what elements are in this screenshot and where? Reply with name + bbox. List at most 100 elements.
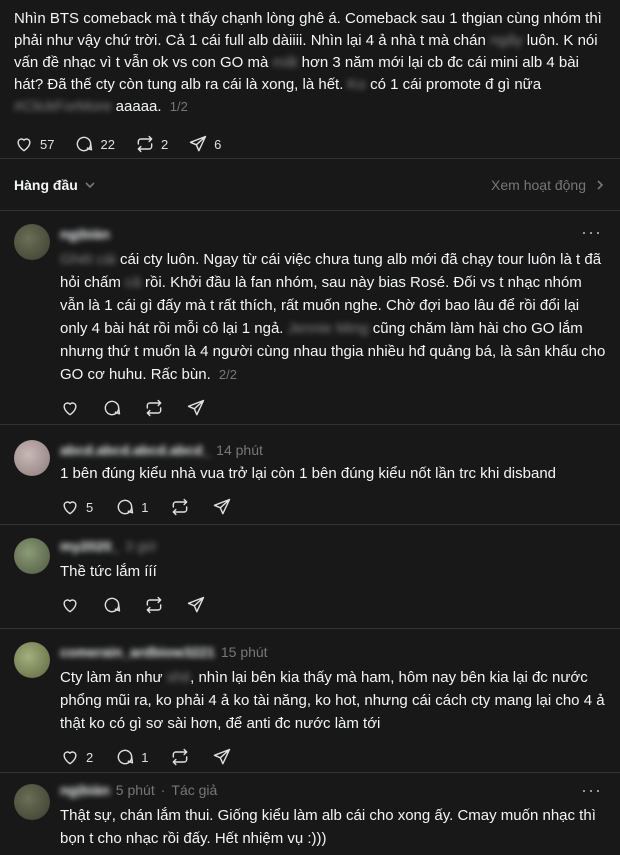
- share-button[interactable]: [186, 398, 206, 418]
- like-button[interactable]: [60, 595, 80, 615]
- comment-icon: [104, 597, 121, 613]
- comment-pager: 2/2: [218, 367, 237, 382]
- comment-item: abcd.abcd.abcd.abcd_ 14 phút 1 bên đúng …: [0, 424, 620, 524]
- comment-button[interactable]: [102, 398, 122, 418]
- heart-icon: [63, 751, 77, 765]
- sort-dropdown[interactable]: Hàng đầu: [14, 177, 96, 193]
- blurred-text: Jennie Ming: [287, 320, 369, 337]
- comment-icon: [77, 136, 93, 152]
- chevron-right-icon: [597, 180, 604, 190]
- comment-time: 3 giờ: [125, 538, 157, 554]
- comment-header: ngịbián 5 phút · Tác giả: [60, 780, 606, 800]
- repost-button[interactable]: [144, 595, 164, 615]
- post-text: Nhìn BTS comeback mà t thấy chạnh lòng g…: [14, 8, 606, 118]
- share-icon: [214, 748, 231, 765]
- like-count: 5: [86, 499, 94, 515]
- post-actions: 57 22 2 6: [14, 134, 606, 154]
- main-post: Nhìn BTS comeback mà t thấy chạnh lòng g…: [0, 0, 620, 154]
- like-button[interactable]: [60, 398, 80, 418]
- comment-button[interactable]: 1: [115, 497, 148, 517]
- comment-time: 15 phút: [220, 644, 268, 660]
- comment-time: 14 phút: [216, 442, 263, 458]
- share-button[interactable]: 6: [188, 134, 221, 154]
- repost-icon: [173, 498, 188, 516]
- share-icon: [214, 498, 231, 515]
- comment-button[interactable]: 1: [115, 747, 148, 767]
- comment-actions: 5 1: [60, 497, 606, 517]
- avatar[interactable]: [14, 784, 50, 820]
- blurred-text: mất: [272, 54, 298, 71]
- comment-icon: [104, 400, 121, 416]
- comment-button[interactable]: 22: [74, 134, 115, 154]
- like-button[interactable]: 5: [60, 497, 93, 517]
- sort-bar: Hàng đầu Xem hoạt động: [0, 160, 620, 210]
- blurred-text: ngấy: [490, 32, 523, 49]
- comment-username[interactable]: abcd.abcd.abcd.abcd_: [60, 442, 210, 458]
- comment-button[interactable]: [102, 595, 122, 615]
- comment-count: 22: [100, 136, 115, 152]
- share-icon: [189, 135, 207, 152]
- share-count: 6: [214, 136, 222, 152]
- blurred-text: shit: [166, 669, 191, 686]
- comment-icon: [117, 499, 134, 515]
- comment-username[interactable]: ngịbián: [60, 226, 110, 242]
- comment-username[interactable]: my2020_: [60, 538, 119, 554]
- reply-count: 1: [141, 749, 149, 765]
- comment-item: ··· ngịbián Ghét cái cái cty luôn. Ngay …: [0, 210, 620, 424]
- comment-actions: [60, 595, 606, 615]
- comment-actions: [60, 398, 606, 418]
- repost-button[interactable]: [170, 497, 190, 517]
- heart-icon: [63, 501, 77, 515]
- share-button[interactable]: [212, 747, 232, 767]
- sort-label: Hàng đầu: [14, 177, 78, 193]
- view-activity-label: Xem hoạt động: [491, 177, 586, 193]
- comment-text-part: Cty làm ăn như: [60, 669, 167, 686]
- share-button[interactable]: [212, 497, 232, 517]
- avatar[interactable]: [14, 224, 50, 260]
- like-button[interactable]: 2: [60, 747, 93, 767]
- comment-text: Thật sự, chán lắm thui. Giống kiểu làm a…: [60, 807, 596, 847]
- like-count: 2: [86, 749, 94, 765]
- repost-count: 2: [160, 136, 169, 152]
- comment-username[interactable]: comerain_ardbiow3221: [60, 644, 215, 660]
- comment-header: comerain_ardbiow3221 15 phút: [60, 642, 606, 662]
- comment-time: 5 phút: [115, 782, 155, 798]
- avatar[interactable]: [14, 642, 50, 678]
- comment-username[interactable]: ngịbián: [60, 782, 110, 798]
- repost-button[interactable]: [144, 398, 164, 418]
- post-text-part: aaaaa.: [111, 98, 162, 115]
- share-icon: [187, 596, 205, 613]
- comment-header: abcd.abcd.abcd.abcd_ 14 phút: [60, 440, 606, 460]
- avatar[interactable]: [14, 538, 50, 574]
- blurred-text: cả: [125, 274, 141, 291]
- comment-item: my2020_ 3 giờ Thề tức lắm ííí: [0, 524, 620, 628]
- chevron-down-icon: [85, 182, 95, 189]
- comment-item: ··· ngịbián 5 phút · Tác giả Thật sự, ch…: [0, 772, 620, 855]
- heart-icon: [17, 138, 31, 152]
- divider: [0, 158, 620, 159]
- comment-text: 1 bên đúng kiểu nhà vua trở lại còn 1 bê…: [60, 465, 557, 482]
- comment-text: Ghét cái cái cty luôn. Ngay từ cái việc …: [60, 248, 606, 386]
- repost-button[interactable]: [170, 747, 190, 767]
- avatar[interactable]: [14, 440, 50, 476]
- post-pager: 1/2: [169, 99, 188, 114]
- like-button[interactable]: 57: [14, 134, 54, 154]
- comment-header: my2020_ 3 giờ: [60, 536, 606, 556]
- blurred-text: Ghét cái: [60, 251, 116, 268]
- repost-icon: [146, 399, 162, 417]
- view-activity-link[interactable]: Xem hoạt động: [491, 177, 606, 193]
- comment-header: ngịbián: [60, 224, 606, 244]
- share-button[interactable]: [186, 595, 206, 615]
- author-tag: Tác giả: [171, 782, 218, 798]
- reply-count: 1: [141, 499, 149, 515]
- repost-button[interactable]: 2: [135, 134, 168, 154]
- post-text-part: có 1 cái promote đ gì nữa: [365, 76, 542, 93]
- comment-icon: [117, 749, 134, 765]
- share-icon: [187, 399, 205, 416]
- like-count: 57: [40, 136, 55, 152]
- separator-dot: ·: [160, 782, 166, 798]
- comment-actions: 2 1: [60, 747, 606, 767]
- blurred-text: Ko: [347, 76, 366, 93]
- repost-icon: [173, 748, 188, 766]
- blurred-text: #ClickForMore: [14, 98, 112, 115]
